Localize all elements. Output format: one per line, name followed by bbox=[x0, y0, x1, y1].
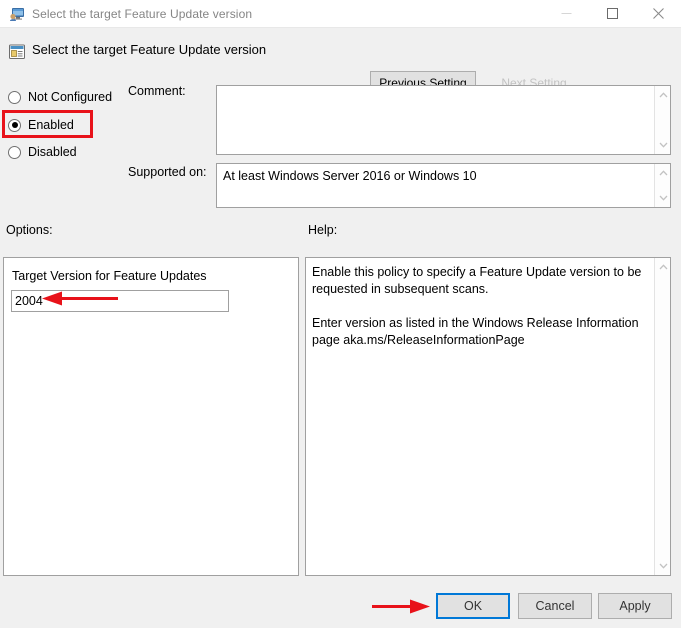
supported-on-box: At least Windows Server 2016 or Windows … bbox=[216, 163, 671, 208]
minimize-icon[interactable] bbox=[543, 0, 589, 27]
chevron-up-icon[interactable] bbox=[655, 87, 671, 103]
window-title: Select the target Feature Update version bbox=[32, 6, 253, 21]
help-scrollbar[interactable] bbox=[654, 258, 670, 575]
options-label: Options: bbox=[6, 223, 53, 237]
policy-monitor-icon bbox=[9, 6, 25, 22]
supported-on-value: At least Windows Server 2016 or Windows … bbox=[223, 169, 477, 183]
window-controls bbox=[543, 0, 681, 27]
radio-label-enabled: Enabled bbox=[28, 118, 74, 132]
target-version-label: Target Version for Feature Updates bbox=[12, 269, 207, 283]
radio-mark-enabled bbox=[8, 118, 21, 132]
supported-on-label: Supported on: bbox=[128, 165, 207, 179]
radio-enabled[interactable]: Enabled bbox=[8, 116, 74, 134]
help-text: Enable this policy to specify a Feature … bbox=[312, 265, 642, 347]
options-panel: Target Version for Feature Updates bbox=[3, 257, 299, 576]
group-policy-setting-icon bbox=[8, 43, 26, 61]
comment-scrollbar[interactable] bbox=[654, 86, 670, 154]
comment-input[interactable] bbox=[216, 85, 671, 155]
chevron-up-icon[interactable] bbox=[655, 165, 671, 181]
radio-label-not-configured: Not Configured bbox=[28, 90, 113, 104]
chevron-down-icon[interactable] bbox=[655, 190, 671, 206]
help-label: Help: bbox=[308, 223, 338, 237]
radio-mark-not-configured bbox=[8, 90, 21, 104]
radio-disabled[interactable]: Disabled bbox=[8, 143, 77, 161]
close-icon[interactable] bbox=[635, 0, 681, 27]
chevron-up-icon[interactable] bbox=[655, 259, 671, 275]
radio-label-disabled: Disabled bbox=[28, 145, 77, 159]
radio-mark-disabled bbox=[8, 145, 21, 159]
radio-not-configured[interactable]: Not Configured bbox=[8, 88, 112, 106]
dialog-header: Select the target Feature Update version… bbox=[0, 27, 681, 95]
comment-label: Comment: bbox=[128, 84, 186, 98]
chevron-down-icon[interactable] bbox=[655, 558, 671, 574]
arrow-to-ok-button bbox=[372, 597, 432, 616]
help-panel: Enable this policy to specify a Feature … bbox=[305, 257, 671, 576]
cancel-button[interactable]: Cancel bbox=[518, 593, 592, 619]
page-title: Select the target Feature Update version bbox=[32, 42, 267, 57]
title-bar: Select the target Feature Update version bbox=[0, 0, 681, 28]
apply-button[interactable]: Apply bbox=[598, 593, 672, 619]
maximize-icon[interactable] bbox=[589, 0, 635, 27]
supported-on-scrollbar[interactable] bbox=[654, 164, 670, 207]
chevron-down-icon[interactable] bbox=[655, 137, 671, 153]
ok-button[interactable]: OK bbox=[436, 593, 510, 619]
target-version-input[interactable] bbox=[11, 290, 229, 312]
